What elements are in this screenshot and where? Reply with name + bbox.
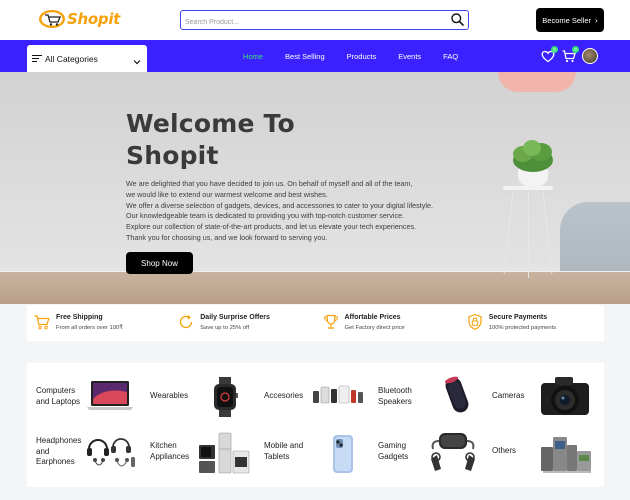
category-label: Gaming Gadgets (378, 441, 409, 461)
trophy-icon (322, 313, 340, 331)
chevron-right-icon: › (595, 15, 598, 25)
feature-title: Free Shipping (56, 314, 103, 321)
nav-link-home[interactable]: Home (243, 52, 263, 61)
category-grid: Computers and Laptops Wearables Accesorie… (27, 363, 604, 487)
top-header: Shopit Become Seller › (0, 0, 630, 40)
categories-label: All Categories (45, 53, 98, 64)
become-seller-label: Become Seller (542, 15, 592, 25)
category-label: Others (492, 446, 517, 455)
smartwatch-icon (214, 377, 238, 417)
category-label: Kitchen Appliances (150, 441, 190, 461)
plant-icon (513, 140, 553, 172)
feature-title: Affortable Prices (344, 314, 401, 321)
feature-subtitle: 100% protected payments (488, 325, 557, 331)
feature-subtitle: From all orders over 100₹ (56, 325, 123, 331)
wishlist-count-badge: 0 (551, 46, 558, 53)
category-accesories[interactable]: Accesories (255, 367, 369, 423)
feature-free-shipping: Free Shipping From all orders over 100₹ (27, 305, 171, 341)
headphones-icon (87, 438, 135, 467)
category-gaming-gadgets[interactable]: Gaming Gadgets (369, 427, 483, 483)
floor (0, 272, 630, 304)
search-icon[interactable] (450, 12, 465, 27)
lamp-illustration (498, 72, 576, 92)
cart-button[interactable]: 0 (561, 46, 579, 64)
become-seller-button[interactable]: Become Seller › (536, 8, 604, 32)
shield-icon (466, 313, 484, 331)
category-label: Mobile and Tablets (264, 441, 304, 461)
feature-secure-payments: Secure Payments 100% protected payments (460, 305, 604, 341)
category-label: Accesories (264, 391, 304, 400)
accessories-icon (313, 385, 363, 404)
category-computers-and-laptops[interactable]: Computers and Laptops (27, 367, 141, 423)
logo[interactable]: Shopit (38, 9, 120, 29)
laptop-icon (87, 381, 133, 410)
category-label: Headphones and Earphones (36, 436, 82, 466)
nav-icons: 0 0 (540, 46, 598, 66)
hero-title: Welcome To Shopit (126, 108, 295, 172)
menu-icon (32, 54, 42, 63)
shopping-cart-logo-icon (38, 9, 66, 29)
hero-text-line: we would like to extend our warmest welc… (126, 189, 328, 199)
hero-text-line: Our knowledgeable team is dedicated to p… (126, 211, 405, 221)
wishlist-button[interactable]: 0 (540, 46, 558, 64)
hero-title-line2: Shopit (126, 141, 219, 170)
nav-links: Home Best Selling Products Events FAQ (243, 40, 480, 72)
avatar[interactable] (582, 48, 598, 64)
hero-title-line1: Welcome To (126, 109, 295, 138)
category-label: Computers and Laptops (36, 386, 81, 406)
others-icon (541, 437, 591, 473)
hero-text-line: Thank you for choosing us, and we look f… (126, 232, 328, 242)
feature-subtitle: Save up to 25% off (200, 325, 250, 331)
feature-daily-offers: Daily Surprise Offers Save up to 25% off (171, 305, 315, 341)
features-strip: Free Shipping From all orders over 100₹ … (27, 305, 604, 341)
category-label: Cameras (492, 391, 525, 400)
feature-subtitle: Get Factory direct price (344, 325, 405, 331)
nav-link-faq[interactable]: FAQ (443, 52, 458, 61)
category-others[interactable]: Others (483, 427, 597, 483)
feature-title: Secure Payments (488, 314, 548, 321)
feature-title: Daily Surprise Offers (200, 314, 270, 321)
category-label: Bluetooth Speakers (378, 386, 412, 406)
category-bluetooth-speakers[interactable]: Bluetooth Speakers (369, 367, 483, 423)
speaker-icon (444, 376, 469, 413)
category-headphones-and-earphones[interactable]: Headphones and Earphones (27, 427, 141, 483)
hero-description: We are delighted that you have decided t… (126, 179, 476, 244)
cart-count-badge: 0 (572, 46, 579, 53)
category-mobile-and-tablets[interactable]: Mobile and Tablets (255, 427, 369, 483)
category-kitchen-appliances[interactable]: Kitchen Appliances (141, 427, 255, 483)
vr-headset-icon (431, 433, 475, 471)
search-bar (180, 10, 469, 31)
phone-icon (333, 435, 353, 473)
feature-affordable-prices: Affortable Prices Get Factory direct pri… (316, 305, 460, 341)
hero-banner: Welcome To Shopit We are delighted that … (0, 72, 630, 304)
chevron-down-icon (133, 53, 141, 65)
search-input[interactable] (181, 14, 441, 31)
kitchen-appliances-icon (199, 432, 250, 474)
category-cameras[interactable]: Cameras (483, 367, 597, 423)
category-label: Wearables (150, 391, 189, 400)
hero-text-line: We offer a diverse selection of gadgets,… (126, 200, 433, 210)
camera-icon (541, 377, 589, 415)
nav-link-events[interactable]: Events (398, 52, 421, 61)
category-wearables[interactable]: Wearables (141, 367, 255, 423)
shop-now-button[interactable]: Shop Now (126, 252, 193, 274)
cart-icon (33, 313, 51, 331)
logo-text: Shopit (67, 10, 121, 28)
hero-text-line: Explore our collection of state-of-the-a… (126, 222, 417, 232)
refresh-icon (177, 313, 195, 331)
hero-text-line: We are delighted that you have decided t… (126, 179, 413, 188)
categories-dropdown[interactable]: All Categories (27, 45, 147, 72)
nav-link-products[interactable]: Products (347, 52, 377, 61)
nav-link-best-selling[interactable]: Best Selling (285, 52, 325, 61)
